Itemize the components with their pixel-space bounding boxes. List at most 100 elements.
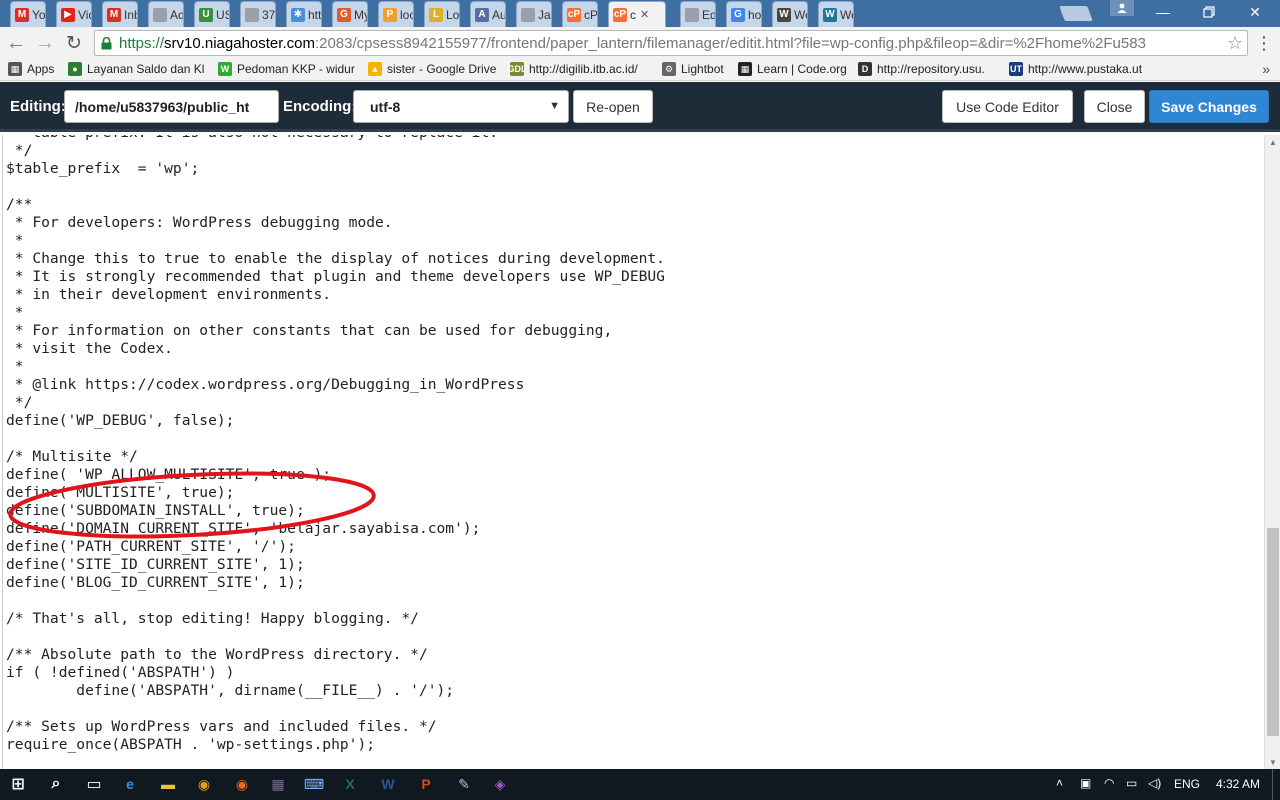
tab-label: Auto [492, 7, 506, 22]
tab-label: Wor [794, 7, 807, 22]
swirl-icon: G [337, 7, 351, 22]
tab-label: USU [216, 7, 229, 22]
tab-4[interactable]: Add [148, 1, 184, 27]
chrome-icon[interactable]: ◉ [192, 773, 216, 795]
firefox-icon[interactable]: ◉ [230, 773, 254, 795]
clock[interactable]: 4:32 AM [1216, 777, 1260, 791]
tab-9[interactable]: Ploca [378, 1, 414, 27]
search-icon[interactable]: ⌕ [44, 773, 68, 795]
ut-icon: UT [1009, 62, 1023, 76]
image-icon: A [475, 7, 489, 22]
network-icon[interactable]: ▣ [1080, 776, 1091, 790]
language-indicator[interactable]: ENG [1174, 777, 1200, 791]
wifi-icon[interactable]: ◠ [1104, 776, 1114, 790]
windows-start-icon[interactable]: ⊞ [6, 773, 30, 795]
scroll-down-icon[interactable]: ▼ [1265, 755, 1280, 769]
use-code-editor-button[interactable]: Use Code Editor [942, 90, 1073, 123]
tab-17[interactable]: WWor [772, 1, 808, 27]
close-window-button[interactable]: ✕ [1232, 0, 1278, 24]
tab-7[interactable]: ✱http [286, 1, 322, 27]
bookmark-label: http://digilib.itb.ac.id/ [529, 62, 638, 76]
reload-button[interactable]: ↻ [62, 31, 86, 55]
word-icon[interactable]: W [376, 773, 400, 795]
tab-14[interactable]: cP c ✕ [608, 1, 666, 27]
browser-toolbar: ← → ↻ https://srv10.niagahoster.com:2083… [0, 27, 1280, 59]
bookmark-8[interactable]: Dhttp://repository.usu. [858, 62, 985, 76]
bookmark-label: http://www.pustaka.ut [1028, 62, 1143, 76]
paint-icon[interactable]: ✎ [452, 773, 476, 795]
volume-icon[interactable]: ◁) [1148, 776, 1161, 790]
encoding-select[interactable]: utf-8 ▼ [353, 90, 569, 123]
tab-12[interactable]: Java [516, 1, 552, 27]
code-line: if ( !defined('ABSPATH') ) [6, 664, 235, 681]
scroll-up-icon[interactable]: ▲ [1265, 135, 1280, 149]
forward-button[interactable]: → [33, 31, 57, 55]
code-line: /** Sets up WordPress vars and included … [6, 718, 437, 735]
new-tab-button[interactable] [1059, 6, 1093, 21]
user-profile-button[interactable] [1110, 0, 1134, 16]
address-bar[interactable]: https://srv10.niagahoster.com:2083/cpses… [94, 30, 1248, 56]
windows-taskbar: ⊞ ⌕ ▭ e ▬ ◉ ◉ ▦ ⌨ X W P ✎ ◈ ˄ ▣ ◠ ▭ ◁) ENG 4:32 AM [0, 769, 1280, 800]
globe-icon: ✱ [291, 7, 305, 22]
bookmark-star-icon[interactable]: ☆ [1227, 33, 1243, 54]
bookmark-1[interactable]: ▦ Apps [8, 62, 54, 76]
tab-11[interactable]: AAuto [470, 1, 506, 27]
bookmark-6[interactable]: ⚙ Lightbot [662, 62, 724, 76]
task-view-icon[interactable]: ▭ [82, 773, 106, 795]
show-desktop-button[interactable] [1272, 769, 1280, 800]
save-changes-button[interactable]: Save Changes [1149, 90, 1269, 123]
back-button[interactable]: ← [4, 31, 28, 55]
close-button[interactable]: Close [1084, 90, 1145, 123]
code-line: define('WP_DEBUG', false); [6, 412, 235, 429]
bookmark-3[interactable]: W Pedoman KKP - widur [218, 62, 355, 76]
minimize-button[interactable]: — [1140, 0, 1186, 24]
tab-13[interactable]: cPcPar [562, 1, 598, 27]
tab-3[interactable]: MInbo [102, 1, 138, 27]
close-tab-icon[interactable]: ✕ [640, 8, 649, 21]
file-explorer-icon[interactable]: ▬ [156, 773, 180, 795]
more-bookmarks-icon[interactable]: » [1262, 61, 1270, 77]
tab-label: loca [400, 7, 413, 22]
scrollbar-thumb[interactable] [1267, 528, 1279, 736]
tab-15[interactable]: Edit [680, 1, 716, 27]
tab-2[interactable]: ▶Vide [56, 1, 92, 27]
file-path-field[interactable]: /home/u5837963/public_ht [64, 90, 279, 123]
maximize-button[interactable] [1186, 0, 1232, 24]
tab-1[interactable]: MYour [10, 1, 46, 27]
tab-18[interactable]: WWor [818, 1, 854, 27]
tab-8[interactable]: GMy S [332, 1, 368, 27]
url-host: srv10.niagahoster.com [164, 34, 315, 52]
phpmyadmin-icon: P [383, 7, 397, 22]
reopen-button[interactable]: Re-open [573, 90, 653, 123]
vertical-scrollbar[interactable]: ▲ ▼ [1264, 135, 1280, 769]
bookmark-2[interactable]: ● Layanan Saldo dan Kl [68, 62, 204, 76]
user-icon [1117, 3, 1127, 13]
bookmark-4[interactable]: ▲ sister - Google Drive [368, 62, 496, 76]
visual-studio-icon[interactable]: ◈ [488, 773, 512, 795]
powerpoint-icon[interactable]: P [414, 773, 438, 795]
code-line: define('SITE_ID_CURRENT_SITE', 1); [6, 556, 305, 573]
tab-5[interactable]: UUSU [194, 1, 230, 27]
keyboard-icon[interactable]: ⌨ [302, 773, 326, 795]
tab-label: 37. ι [262, 7, 276, 22]
youtube-icon: ▶ [61, 7, 75, 22]
encoding-label: Encoding: [283, 98, 357, 115]
tab-10[interactable]: LLock [424, 1, 460, 27]
chevron-up-icon[interactable]: ˄ [1056, 776, 1063, 790]
tab-6[interactable]: 37. ι [240, 1, 276, 27]
bookmark-9[interactable]: UT http://www.pustaka.ut [1009, 62, 1142, 76]
code-line: * It is strongly recommended that plugin… [6, 268, 665, 285]
app-icon[interactable]: ▦ [266, 773, 290, 795]
bookmark-7[interactable]: ▦ Learn | Code.org [738, 62, 847, 76]
bookmark-5[interactable]: GDL http://digilib.itb.ac.id/ [507, 62, 638, 76]
code-line: * [6, 358, 24, 375]
chrome-menu-button[interactable]: ⋮ [1252, 31, 1276, 55]
battery-icon[interactable]: ▭ [1126, 776, 1137, 790]
code-content[interactable]: * table prefix. It is also not necessary… [6, 135, 665, 754]
code-textarea[interactable]: * table prefix. It is also not necessary… [2, 135, 1264, 769]
tab-16[interactable]: Ghow [726, 1, 762, 27]
digilib-icon: GDL [507, 62, 527, 76]
excel-icon[interactable]: X [338, 773, 362, 795]
edge-icon[interactable]: e [118, 773, 142, 795]
tab-label: how [748, 7, 762, 22]
